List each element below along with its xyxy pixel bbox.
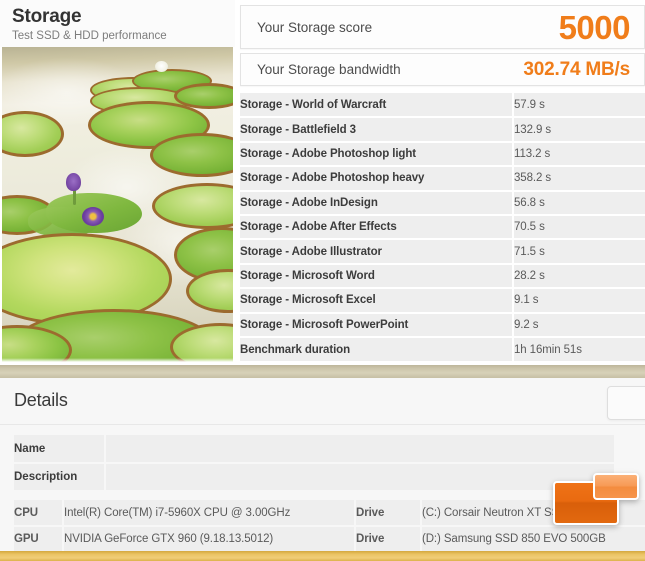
futuremark-logo-icon	[553, 473, 639, 525]
section-divider	[0, 365, 645, 378]
cpu-value: Intel(R) Core(TM) i7-5960X CPU @ 3.00GHz	[63, 500, 356, 527]
description-field[interactable]	[105, 463, 614, 492]
benchmark-name: Storage - Adobe InDesign	[240, 190, 514, 216]
benchmark-value: 132.9 s	[513, 117, 645, 143]
table-row: Storage - World of Warcraft 57.9 s	[240, 93, 645, 119]
bottom-accent-bar	[0, 551, 645, 561]
benchmark-duration-value: 1h 16min 51s	[513, 336, 645, 362]
gpu-value: NVIDIA GeForce GTX 960 (9.18.13.5012)	[63, 526, 356, 553]
benchmark-name: Storage - Adobe Photoshop heavy	[240, 166, 514, 192]
table-row: Storage - Adobe InDesign 56.8 s	[240, 190, 645, 216]
scene-panel: Storage Test SSD & HDD performance	[0, 0, 235, 365]
table-row: Storage - Adobe Photoshop light 113.2 s	[240, 141, 645, 168]
table-row: Storage - Microsoft Word 28.2 s	[240, 263, 645, 290]
benchmark-name: Storage - Microsoft Word	[240, 263, 514, 290]
benchmark-value: 358.2 s	[513, 166, 645, 192]
table-row: GPU NVIDIA GeForce GTX 960 (9.18.13.5012…	[14, 526, 645, 553]
storage-results-section: Storage Test SSD & HDD performance Your …	[0, 0, 645, 365]
details-title: Details	[14, 390, 68, 410]
benchmark-value: 9.1 s	[513, 288, 645, 314]
table-row: Benchmark duration 1h 16min 51s	[240, 336, 645, 362]
drive-d-value: (D:) Samsung SSD 850 EVO 500GB	[421, 526, 645, 553]
storage-bandwidth-label: Your Storage bandwidth	[257, 62, 401, 77]
benchmark-name: Storage - Adobe Photoshop light	[240, 141, 514, 168]
benchmark-value: 9.2 s	[513, 312, 645, 338]
page-title: Storage	[12, 6, 82, 27]
details-action-button[interactable]	[607, 386, 645, 420]
benchmark-name: Storage - Microsoft Excel	[240, 288, 514, 314]
details-meta-table: Name Description	[14, 435, 614, 492]
benchmark-name: Storage - Adobe After Effects	[240, 214, 514, 241]
benchmark-value: 28.2 s	[513, 263, 645, 290]
storage-score-value: 5000	[558, 8, 631, 46]
table-row: Storage - Microsoft PowerPoint 9.2 s	[240, 312, 645, 338]
benchmark-name: Storage - Microsoft PowerPoint	[240, 312, 514, 338]
details-section: Details Name Description CPU Intel(R) Co…	[0, 378, 645, 553]
image-bottom-fade	[2, 358, 233, 362]
benchmark-results-table: Storage - World of Warcraft 57.9 s Stora…	[240, 93, 645, 362]
description-label: Description	[14, 463, 106, 492]
table-row: Storage - Battlefield 3 132.9 s	[240, 117, 645, 143]
table-row: Description	[14, 463, 614, 492]
table-row: Storage - Adobe After Effects 70.5 s	[240, 214, 645, 241]
results-panel: Your Storage score 5000 Your Storage ban…	[240, 0, 645, 365]
table-row: Storage - Microsoft Excel 9.1 s	[240, 288, 645, 314]
drive-c-label: Drive	[355, 500, 422, 527]
benchmark-scene-image	[2, 47, 233, 362]
benchmark-value: 56.8 s	[513, 190, 645, 216]
name-label: Name	[14, 435, 106, 464]
benchmark-duration-label: Benchmark duration	[240, 336, 514, 362]
page-subtitle: Test SSD & HDD performance	[12, 30, 167, 42]
benchmark-name: Storage - World of Warcraft	[240, 93, 514, 119]
storage-bandwidth-row: Your Storage bandwidth 302.74 MB/s	[240, 53, 645, 86]
table-row: Name	[14, 435, 614, 464]
details-header: Details	[0, 378, 645, 425]
storage-score-row: Your Storage score 5000	[240, 5, 645, 49]
benchmark-value: 113.2 s	[513, 141, 645, 168]
logo-block-secondary	[593, 473, 639, 500]
scene-header: Storage Test SSD & HDD performance	[0, 0, 235, 47]
cpu-label: CPU	[14, 500, 64, 527]
benchmark-value: 71.5 s	[513, 239, 645, 265]
name-field[interactable]	[105, 435, 614, 464]
storage-bandwidth-value: 302.74 MB/s	[523, 58, 630, 80]
table-row: Storage - Adobe Photoshop heavy 358.2 s	[240, 166, 645, 192]
table-row: CPU Intel(R) Core(TM) i7-5960X CPU @ 3.0…	[14, 500, 645, 527]
system-info-table: CPU Intel(R) Core(TM) i7-5960X CPU @ 3.0…	[14, 500, 645, 553]
benchmark-value: 57.9 s	[513, 93, 645, 119]
storage-score-label: Your Storage score	[257, 19, 373, 35]
drive-d-label: Drive	[355, 526, 422, 553]
benchmark-name: Storage - Battlefield 3	[240, 117, 514, 143]
benchmark-name: Storage - Adobe Illustrator	[240, 239, 514, 265]
gpu-label: GPU	[14, 526, 64, 553]
table-row: Storage - Adobe Illustrator 71.5 s	[240, 239, 645, 265]
benchmark-value: 70.5 s	[513, 214, 645, 241]
